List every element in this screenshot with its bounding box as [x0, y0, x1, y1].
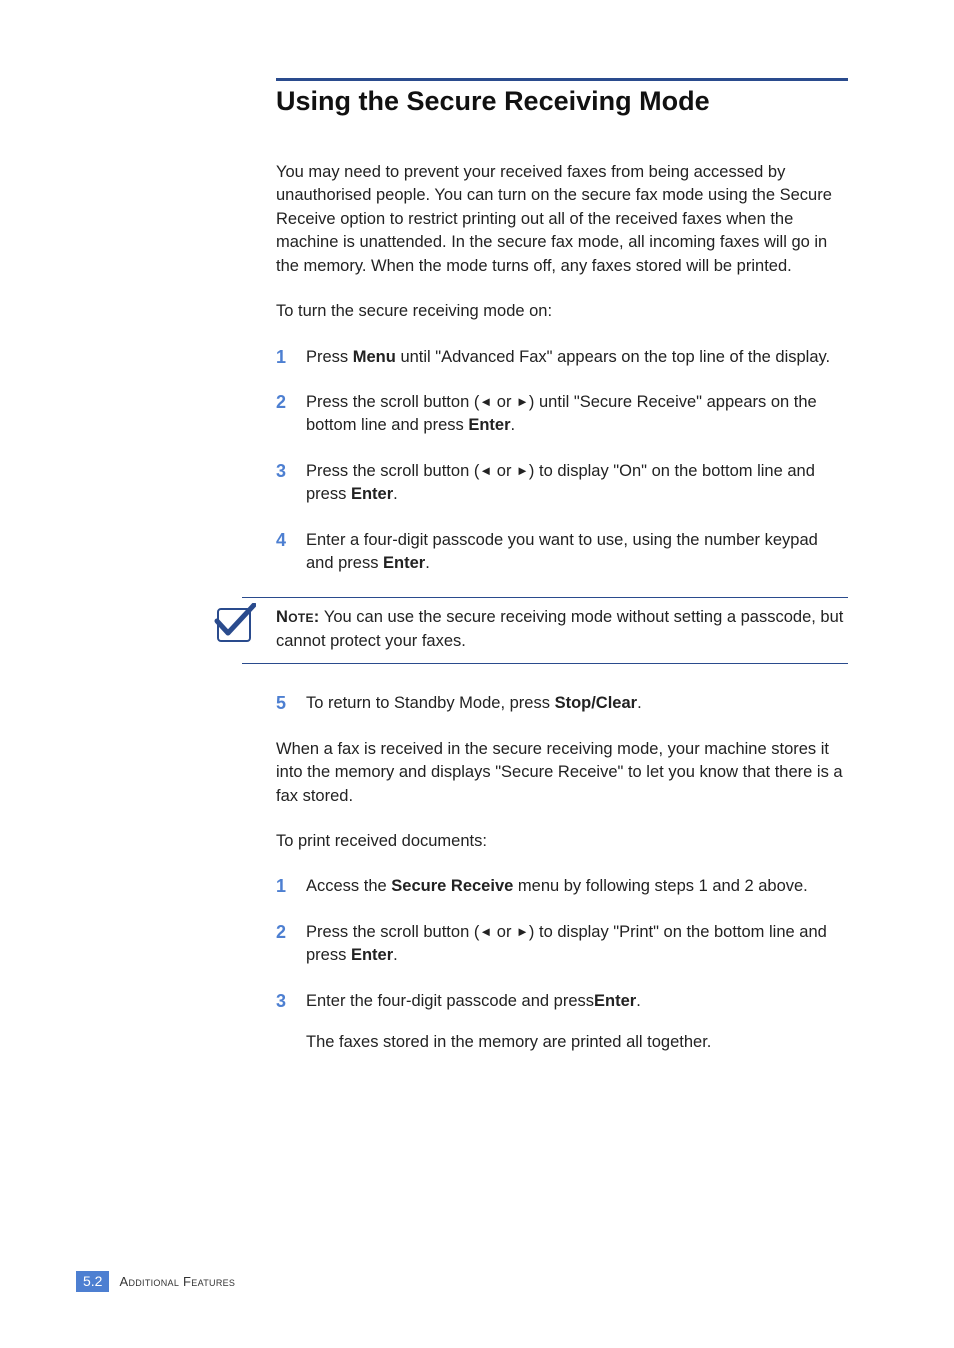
step-number: 1 — [276, 875, 306, 898]
page-title: Using the Secure Receiving Mode — [276, 86, 848, 117]
after-paragraph: When a fax is received in the secure rec… — [276, 738, 848, 808]
enter-key: Enter — [351, 946, 393, 964]
intro-paragraph: You may need to prevent your received fa… — [276, 161, 848, 278]
step-number: 4 — [276, 529, 306, 552]
step-text: Press the scroll button (◄ or ►) until "… — [306, 391, 848, 438]
step-a2: 2 Press the scroll button (◄ or ►) until… — [276, 391, 848, 438]
step-number: 1 — [276, 346, 306, 369]
step-a4: 4 Enter a four-digit passcode you want t… — [276, 529, 848, 576]
step-number: 2 — [276, 921, 306, 944]
step-number: 3 — [276, 990, 306, 1013]
enter-key: Enter — [594, 992, 636, 1010]
step-b3: 3 Enter the four-digit passcode and pres… — [276, 990, 848, 1013]
step-text: Access the Secure Receive menu by follow… — [306, 875, 848, 898]
enter-key: Enter — [351, 485, 393, 503]
step-number: 3 — [276, 460, 306, 483]
step-text: Enter the four-digit passcode and pressE… — [306, 990, 848, 1013]
page-number-badge: 5.2 — [76, 1271, 109, 1292]
step-number: 2 — [276, 391, 306, 414]
note-label: Note: — [276, 608, 320, 626]
step-result-text: The faxes stored in the memory are print… — [306, 1031, 848, 1054]
step-text: Press the scroll button (◄ or ►) to disp… — [306, 921, 848, 968]
lead-in-2: To print received documents: — [276, 830, 848, 853]
right-arrow-icon: ► — [516, 924, 529, 939]
left-arrow-icon: ◄ — [479, 924, 492, 939]
step-b3-result: The faxes stored in the memory are print… — [276, 1031, 848, 1054]
step-a1: 1 Press Menu until "Advanced Fax" appear… — [276, 346, 848, 369]
note-checkmark-icon — [212, 603, 256, 647]
note-block: Note: You can use the secure receiving m… — [242, 597, 848, 664]
lead-in-1: To turn the secure receiving mode on: — [276, 300, 848, 323]
body-text-continued: 5 To return to Standby Mode, press Stop/… — [276, 692, 848, 1054]
body-text: You may need to prevent your received fa… — [276, 161, 848, 575]
heading-rule — [276, 78, 848, 81]
enter-key: Enter — [383, 554, 425, 572]
step-text: To return to Standby Mode, press Stop/Cl… — [306, 692, 848, 715]
step-number: 5 — [276, 692, 306, 715]
document-page: Using the Secure Receiving Mode You may … — [0, 0, 954, 1348]
note-text: You can use the secure receiving mode wi… — [276, 608, 843, 649]
menu-key: Menu — [353, 348, 396, 366]
secure-receive-menu: Secure Receive — [391, 877, 513, 895]
right-arrow-icon: ► — [516, 463, 529, 478]
step-b2: 2 Press the scroll button (◄ or ►) to di… — [276, 921, 848, 968]
note-content: Note: You can use the secure receiving m… — [242, 597, 848, 664]
step-text: Press Menu until "Advanced Fax" appears … — [306, 346, 848, 369]
step-text: Enter a four-digit passcode you want to … — [306, 529, 848, 576]
left-arrow-icon: ◄ — [479, 394, 492, 409]
step-a5: 5 To return to Standby Mode, press Stop/… — [276, 692, 848, 715]
stop-clear-key: Stop/Clear — [555, 694, 638, 712]
footer-section-title: Additional Features — [119, 1274, 235, 1289]
step-b1: 1 Access the Secure Receive menu by foll… — [276, 875, 848, 898]
right-arrow-icon: ► — [516, 394, 529, 409]
step-a3: 3 Press the scroll button (◄ or ►) to di… — [276, 460, 848, 507]
enter-key: Enter — [468, 416, 510, 434]
content-area: Using the Secure Receiving Mode You may … — [106, 78, 848, 1055]
left-arrow-icon: ◄ — [479, 463, 492, 478]
step-text: Press the scroll button (◄ or ►) to disp… — [306, 460, 848, 507]
page-footer: 5.2 Additional Features — [76, 1271, 235, 1292]
